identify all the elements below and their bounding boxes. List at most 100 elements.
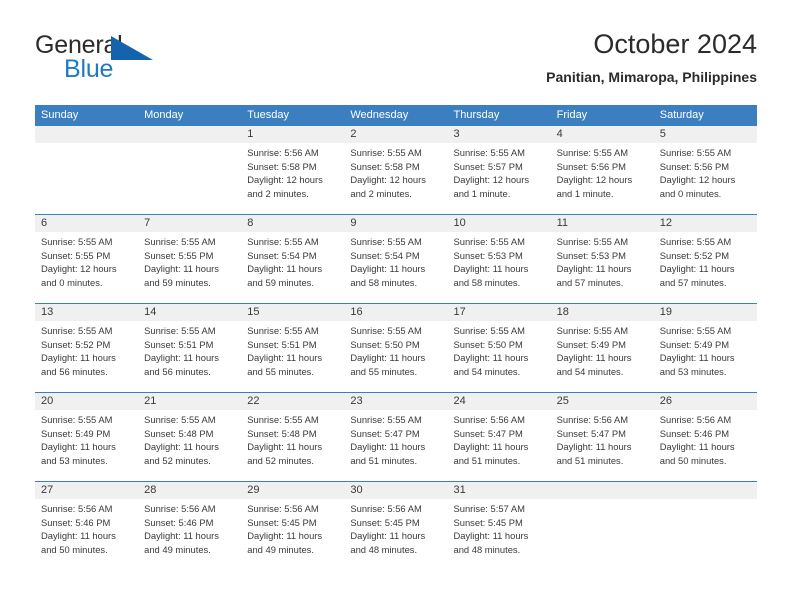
day-number-11[interactable]: 11 [551,215,654,232]
day-cell-empty [138,143,241,214]
day-cell-26[interactable]: Sunrise: 5:56 AM Sunset: 5:46 PM Daylight:… [654,410,757,481]
day-cell-6[interactable]: Sunrise: 5:55 AM Sunset: 5:55 PM Daylight:… [35,232,138,303]
day-cell-30[interactable]: Sunrise: 5:56 AM Sunset: 5:45 PM Daylight:… [344,499,447,570]
day-number-16[interactable]: 16 [344,304,447,321]
day-number-19[interactable]: 19 [654,304,757,321]
day-number-21[interactable]: 21 [138,393,241,410]
day-cell-4[interactable]: Sunrise: 5:55 AM Sunset: 5:56 PM Daylight:… [551,143,654,214]
day-number-24[interactable]: 24 [448,393,551,410]
sunrise-text: Sunrise: 5:55 AM [453,147,525,158]
daylight-text: Daylight: 12 hours [556,174,633,186]
day-number-26[interactable]: 26 [654,393,757,410]
day-cell-16[interactable]: Sunrise: 5:55 AM Sunset: 5:50 PM Daylight:… [344,321,447,392]
daylight-text-cont: and 1 minute. [453,187,511,199]
day-cell-23[interactable]: Sunrise: 5:55 AM Sunset: 5:47 PM Daylight:… [344,410,447,481]
day-cell-14[interactable]: Sunrise: 5:55 AM Sunset: 5:51 PM Daylight:… [138,321,241,392]
sunrise-text: Sunrise: 5:55 AM [659,325,732,336]
day-cell-20[interactable]: Sunrise: 5:55 AM Sunset: 5:49 PM Daylight:… [35,410,138,481]
day-cell-18[interactable]: Sunrise: 5:55 AM Sunset: 5:49 PM Daylight:… [551,321,654,392]
day-cell-5[interactable]: Sunrise: 5:55 AM Sunset: 5:56 PM Daylight:… [654,143,757,214]
weekday-header-row: Sunday Monday Tuesday Wednesday Thursday Frid… [35,105,757,126]
daylight-text-cont: and 59 minutes. [144,276,211,288]
day-cell-13[interactable]: Sunrise: 5:55 AM Sunset: 5:52 PM Daylight:… [35,321,138,392]
day-cell-8[interactable]: Sunrise: 5:55 AM Sunset: 5:54 PM Daylight:… [241,232,344,303]
daylight-text: Daylight: 11 hours [247,530,323,542]
day-number-18[interactable]: 18 [551,304,654,321]
day-number-6[interactable]: 6 [35,215,138,232]
day-number-20[interactable]: 20 [35,393,138,410]
day-number-29[interactable]: 29 [241,482,344,499]
daylight-text-cont: and 58 minutes. [350,276,418,288]
day-number-15[interactable]: 15 [241,304,344,321]
day-cell-11[interactable]: Sunrise: 5:55 AM Sunset: 5:53 PM Daylight:… [551,232,654,303]
daylight-text: Daylight: 11 hours [247,352,323,364]
day-cell-15[interactable]: Sunrise: 5:55 AM Sunset: 5:51 PM Daylight:… [241,321,344,392]
day-number-5[interactable]: 5 [654,126,757,143]
day-cell-7[interactable]: Sunrise: 5:55 AM Sunset: 5:55 PM Daylight:… [138,232,241,303]
day-number-25[interactable]: 25 [551,393,654,410]
day-detail-row: Sunrise: 5:56 AM Sunset: 5:46 PM Daylight:… [35,499,757,570]
day-number-2[interactable]: 2 [344,126,447,143]
day-cell-19[interactable]: Sunrise: 5:55 AM Sunset: 5:49 PM Daylight:… [654,321,757,392]
sunrise-text: Sunrise: 5:55 AM [556,147,629,158]
daylight-text-cont: and 57 minutes. [556,276,624,288]
calendar-weeks: 1 2 3 4 5 Sunrise: 5:56 AM Sunset: 5:58 PM Dayl… [35,126,757,570]
day-number-4[interactable]: 4 [551,126,654,143]
day-cell-1[interactable]: Sunrise: 5:56 AM Sunset: 5:58 PM Daylight:… [241,143,344,214]
day-number-10[interactable]: 10 [448,215,551,232]
day-cell-12[interactable]: Sunrise: 5:55 AM Sunset: 5:52 PM Daylight:… [654,232,757,303]
day-cell-24[interactable]: Sunrise: 5:56 AM Sunset: 5:47 PM Daylight:… [448,410,551,481]
daylight-text: Daylight: 12 hours [247,174,323,186]
daylight-text: Daylight: 11 hours [41,530,116,542]
day-number-8[interactable]: 8 [241,215,344,232]
daylight-text: Daylight: 11 hours [144,441,219,453]
daylight-text-cont: and 2 minutes. [350,187,412,199]
day-cell-10[interactable]: Sunrise: 5:55 AM Sunset: 5:53 PM Daylight:… [448,232,551,303]
daylight-text: Daylight: 12 hours [350,174,426,186]
day-number-31[interactable]: 31 [448,482,551,499]
day-cell-29[interactable]: Sunrise: 5:56 AM Sunset: 5:45 PM Daylight:… [241,499,344,570]
day-number-empty [138,126,241,143]
sunrise-text: Sunrise: 5:56 AM [556,414,629,425]
day-number-14[interactable]: 14 [138,304,241,321]
day-number-22[interactable]: 22 [241,393,344,410]
day-number-9[interactable]: 9 [344,215,447,232]
sunset-text: Sunset: 5:55 PM [144,249,214,261]
day-number-7[interactable]: 7 [138,215,241,232]
day-number-27[interactable]: 27 [35,482,138,499]
day-number-12[interactable]: 12 [654,215,757,232]
day-cell-31[interactable]: Sunrise: 5:57 AM Sunset: 5:45 PM Daylight:… [448,499,551,570]
sunset-text: Sunset: 5:55 PM [41,249,111,261]
day-cell-17[interactable]: Sunrise: 5:55 AM Sunset: 5:50 PM Daylight:… [448,321,551,392]
day-number-28[interactable]: 28 [138,482,241,499]
day-cell-27[interactable]: Sunrise: 5:56 AM Sunset: 5:46 PM Daylight:… [35,499,138,570]
general-blue-logo[interactable]: General Blue [35,32,215,88]
sunset-text: Sunset: 5:45 PM [453,516,523,528]
daylight-text-cont: and 56 minutes. [144,365,211,377]
sunset-text: Sunset: 5:51 PM [247,338,317,350]
day-cell-9[interactable]: Sunrise: 5:55 AM Sunset: 5:54 PM Daylight:… [344,232,447,303]
day-cell-28[interactable]: Sunrise: 5:56 AM Sunset: 5:46 PM Daylight:… [138,499,241,570]
day-number-empty [551,482,654,499]
day-number-23[interactable]: 23 [344,393,447,410]
day-number-30[interactable]: 30 [344,482,447,499]
daylight-text: Daylight: 11 hours [41,352,116,364]
sunrise-text: Sunrise: 5:55 AM [350,147,422,158]
daylight-text: Daylight: 12 hours [453,174,530,186]
day-cell-22[interactable]: Sunrise: 5:55 AM Sunset: 5:48 PM Daylight:… [241,410,344,481]
sunrise-text: Sunrise: 5:55 AM [41,325,113,336]
daylight-text-cont: and 53 minutes. [41,454,108,466]
day-cell-3[interactable]: Sunrise: 5:55 AM Sunset: 5:57 PM Daylight:… [448,143,551,214]
day-cell-25[interactable]: Sunrise: 5:56 AM Sunset: 5:47 PM Daylight:… [551,410,654,481]
day-number-1[interactable]: 1 [241,126,344,143]
daylight-text-cont: and 51 minutes. [556,454,624,466]
day-number-17[interactable]: 17 [448,304,551,321]
day-cell-21[interactable]: Sunrise: 5:55 AM Sunset: 5:48 PM Daylight:… [138,410,241,481]
day-number-3[interactable]: 3 [448,126,551,143]
daylight-text: Daylight: 11 hours [659,352,735,364]
day-cell-2[interactable]: Sunrise: 5:55 AM Sunset: 5:58 PM Daylight:… [344,143,447,214]
sunset-text: Sunset: 5:52 PM [659,249,730,261]
weekday-header-saturday: Saturday [659,109,704,121]
calendar-week-row: 13 14 15 16 17 18 19 Sunrise: 5:55 AM Sunset: 5:… [35,303,757,392]
day-number-13[interactable]: 13 [35,304,138,321]
